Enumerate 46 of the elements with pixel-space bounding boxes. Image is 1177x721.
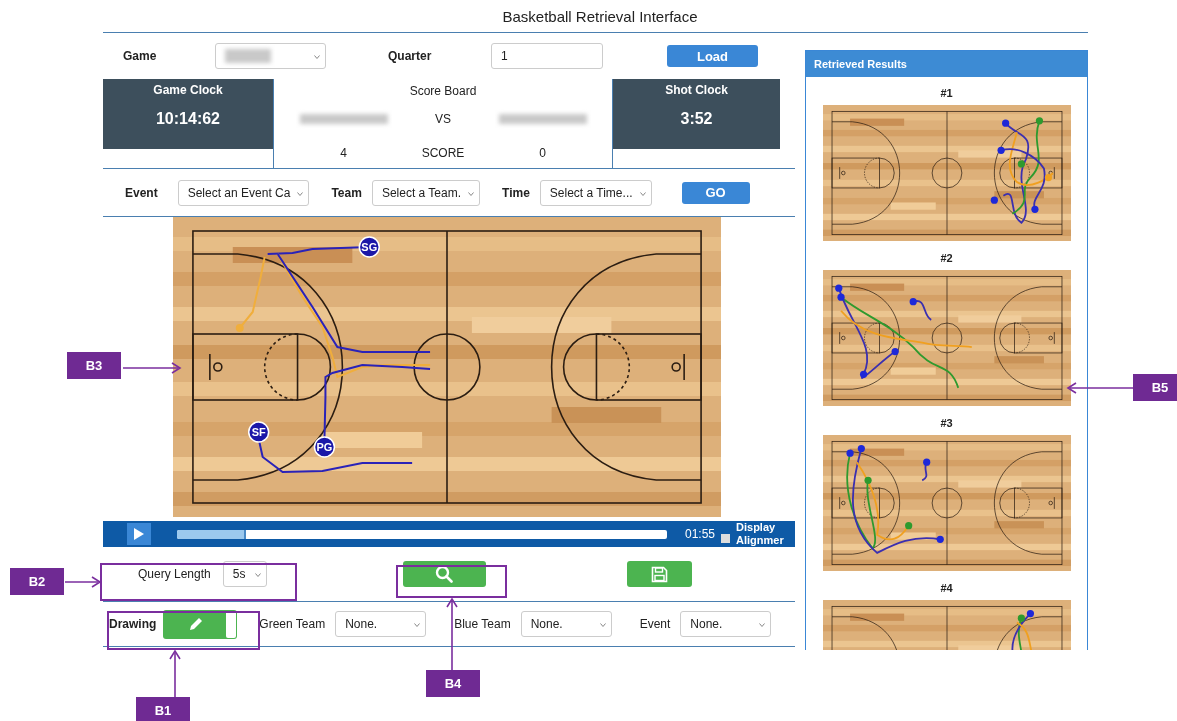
filter-select[interactable]: Select a Team.	[371, 179, 481, 206]
game-label: Game	[123, 49, 158, 63]
score-label: SCORE	[421, 146, 465, 160]
results-header: Retrieved Results	[806, 51, 1087, 77]
away-score: 0	[539, 146, 546, 160]
filter-label: Time	[502, 185, 530, 200]
filter-label: Green Team	[259, 617, 326, 631]
player-marker[interactable]: SG	[358, 236, 380, 258]
shot-clock-label: Shot Clock	[665, 83, 728, 97]
annotation-label: B3	[67, 352, 121, 379]
quarter-label: Quarter	[388, 49, 433, 63]
filter-label: Event	[639, 617, 671, 631]
filter-select[interactable]: None.	[520, 611, 612, 637]
query-length-label: Query Length	[138, 567, 211, 581]
result-label: #3	[940, 417, 953, 431]
game-clock-label: Game Clock	[153, 83, 223, 97]
filter-label: Event	[125, 185, 158, 200]
filter-label: Blue Team	[454, 617, 511, 631]
filter-select[interactable]: Select a Time...	[539, 179, 652, 206]
result-label: #2	[940, 252, 953, 266]
go-button[interactable]: GO	[681, 181, 750, 204]
annotation-label: B2	[10, 568, 64, 595]
filter-select[interactable]: None.	[335, 611, 427, 637]
filter-label: Team	[331, 185, 362, 200]
score-board-title: Score Board	[409, 84, 477, 98]
query-length-select[interactable]: 5s	[222, 561, 267, 587]
annotation-label: B4	[426, 670, 480, 697]
display-alignment-label: Display Alignmer	[736, 521, 785, 547]
page-title: Basketball Retrieval Interface	[501, 7, 699, 27]
versus-text: VS	[435, 112, 451, 126]
player-marker[interactable]: PG	[313, 436, 336, 458]
home-score: 4	[340, 146, 347, 160]
annotation-label: B5	[1133, 374, 1177, 401]
annotation-label: B1	[136, 697, 190, 721]
result-label: #1	[940, 87, 953, 101]
player-marker[interactable]: SF	[247, 421, 270, 443]
court-drawing[interactable]: SG SF PG	[173, 217, 721, 517]
load-button[interactable]: Load	[667, 45, 758, 67]
game-clock-value: 10:14:62	[155, 110, 220, 128]
time-readout: 01:55	[685, 527, 716, 541]
drawing-label: Drawing	[109, 617, 157, 631]
shot-clock-value: 3:52	[680, 110, 713, 128]
result-label: #4	[940, 582, 953, 596]
filter-select[interactable]: None.	[680, 611, 772, 637]
filter-select[interactable]: Select an Event Ca	[177, 179, 310, 206]
quarter-select[interactable]: 1	[491, 43, 603, 69]
